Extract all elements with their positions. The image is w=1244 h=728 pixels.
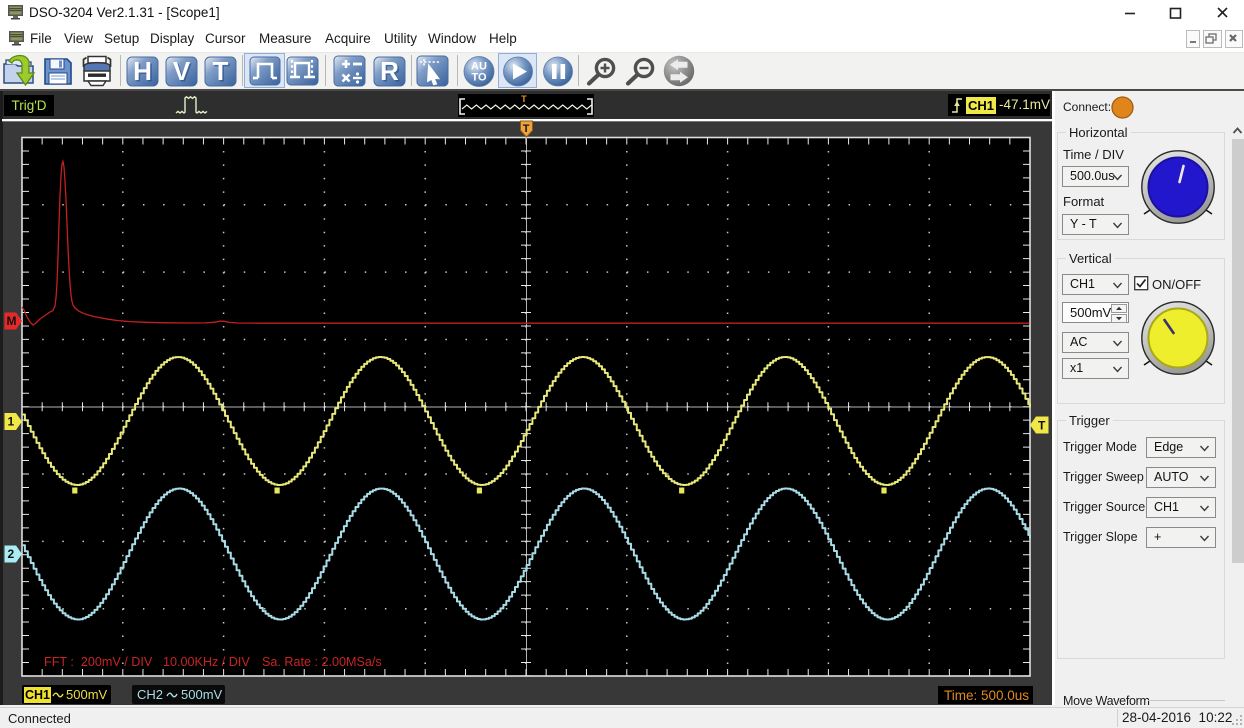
svg-text:R: R <box>380 56 399 86</box>
svg-text:V: V <box>173 56 191 86</box>
svg-text:T: T <box>521 94 527 105</box>
svg-text:H: H <box>133 56 152 86</box>
svg-text:T: T <box>213 56 229 86</box>
svg-text:M: M <box>7 314 17 328</box>
svg-text:TO: TO <box>471 72 487 84</box>
svg-text:10.00KHz / DIV: 10.00KHz / DIV <box>163 655 250 669</box>
svg-text:T: T <box>523 123 530 135</box>
svg-text:Sa. Rate : 2.00MSa/s: Sa. Rate : 2.00MSa/s <box>262 655 382 669</box>
svg-text:1: 1 <box>8 415 15 429</box>
svg-text:2: 2 <box>8 547 15 561</box>
svg-text:T: T <box>1038 419 1046 433</box>
svg-text:FFT : 200mV / DIV: FFT : 200mV / DIV <box>44 655 153 669</box>
